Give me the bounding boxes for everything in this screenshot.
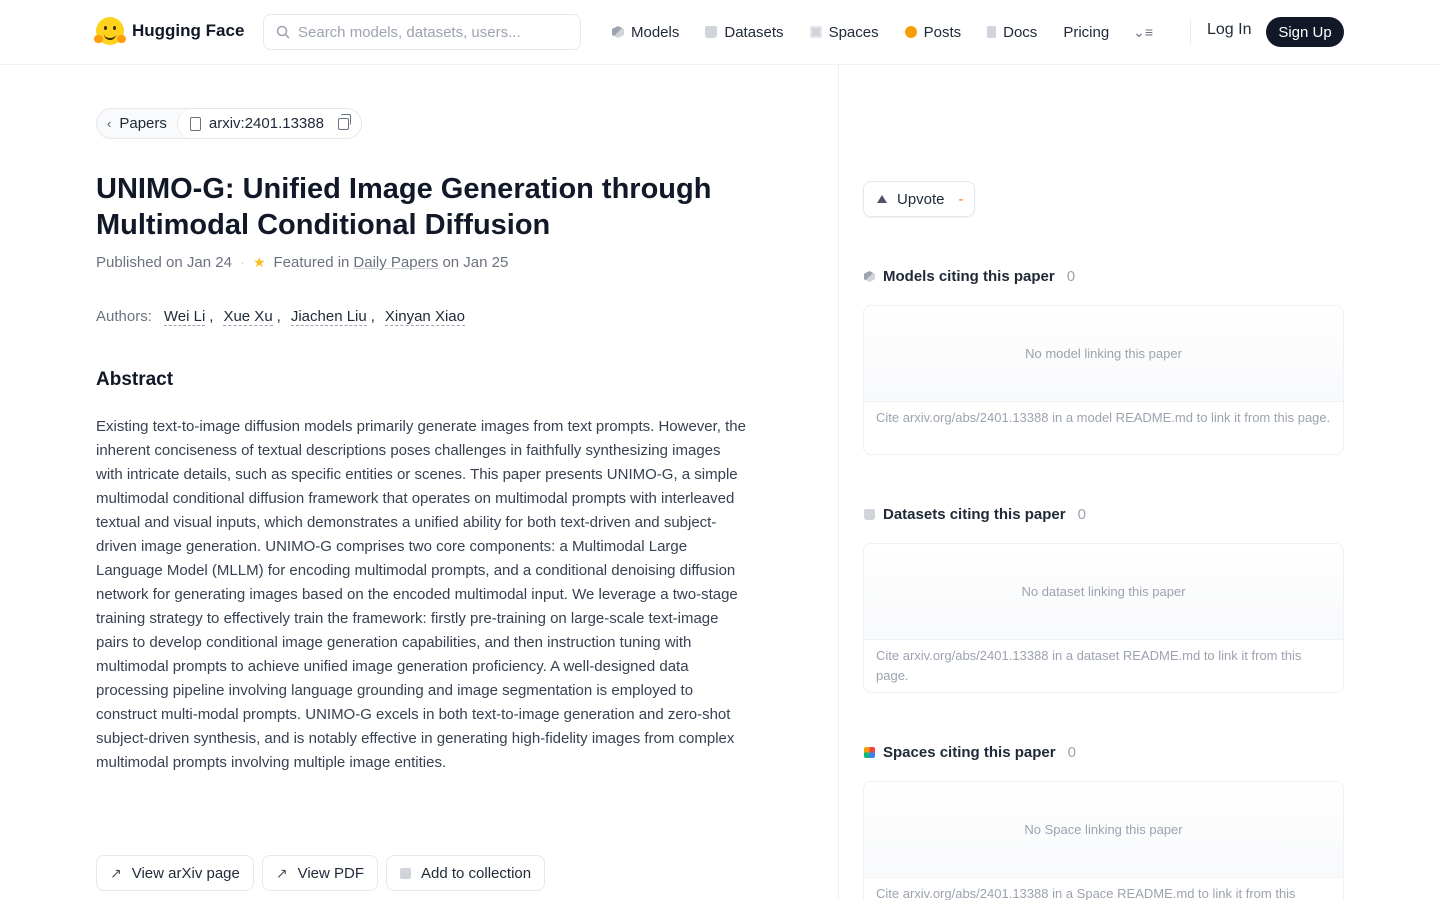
spaces-cite-hint: Cite arxiv.org/abs/2401.13388 in a Space…	[876, 886, 1296, 900]
upvote-count: -	[958, 190, 964, 208]
external-arrow-icon: ↗	[110, 864, 122, 881]
view-arxiv-button[interactable]: ↗ View arXiv page	[96, 855, 254, 891]
nav-datasets[interactable]: Datasets	[705, 23, 784, 41]
nav-models-label: Models	[631, 23, 680, 41]
add-to-collection-button[interactable]: Add to collection	[386, 855, 546, 891]
spaces-icon	[864, 747, 875, 758]
author-separator: ,	[209, 308, 214, 325]
chevron-left-icon: ‹	[107, 116, 112, 131]
star-icon: ★	[252, 254, 266, 270]
more-menu-icon[interactable]: ⌄≡	[1133, 24, 1153, 41]
datasets-citing-card: No dataset linking this paper Cite arxiv…	[863, 543, 1344, 693]
abstract-text: Existing text-to-image diffusion models …	[96, 418, 746, 771]
spaces-citing-card: No Space linking this paper Cite arxiv.o…	[863, 781, 1344, 900]
nav-docs-label: Docs	[1003, 23, 1038, 41]
daily-papers-link[interactable]: Daily Papers	[353, 254, 438, 271]
brand-name[interactable]: Hugging Face	[132, 21, 244, 41]
paper-id-chip: arxiv:2401.13388	[176, 109, 361, 138]
spaces-empty-state: No Space linking this paper	[864, 782, 1343, 878]
search-input[interactable]	[298, 23, 568, 41]
external-arrow-icon: ↗	[275, 864, 288, 881]
nav-docs[interactable]: Docs	[987, 24, 1037, 41]
models-citing-label: Models citing this paper	[883, 268, 1055, 285]
add-to-collection-label: Add to collection	[421, 864, 532, 882]
upvote-button[interactable]: Upvote -	[863, 181, 975, 217]
paper-actions: ↗ View arXiv page ↗ View PDF Add to coll…	[96, 855, 546, 891]
datasets-empty-state: No dataset linking this paper	[864, 544, 1343, 640]
paper-meta: Published on Jan 24 · ★ Featured in Dail…	[96, 254, 508, 271]
papers-label: Papers	[119, 115, 167, 132]
search-icon	[276, 25, 290, 39]
nav-posts[interactable]: Posts	[904, 23, 962, 41]
upvote-label: Upvote	[897, 190, 945, 208]
models-icon	[864, 271, 875, 282]
nav-divider	[1190, 20, 1191, 44]
nav-spaces-label: Spaces	[828, 23, 879, 41]
back-to-papers-link[interactable]: ‹ Papers	[97, 109, 177, 138]
datasets-citing-heading: Datasets citing this paper 0	[864, 506, 1086, 523]
featured-suffix: on Jan 25	[442, 254, 509, 271]
paper-id: arxiv:2401.13388	[208, 115, 324, 132]
datasets-cite-hint: Cite arxiv.org/abs/2401.13388 in a datas…	[876, 648, 1302, 683]
models-citing-heading: Models citing this paper 0	[864, 268, 1075, 285]
author-link[interactable]: Wei Li	[163, 308, 206, 326]
column-divider	[838, 65, 839, 900]
top-header: Hugging Face Models Datasets Spaces Post…	[0, 0, 1440, 65]
hugging-face-emoji-icon	[94, 17, 126, 45]
models-citing-card: No model linking this paper Cite arxiv.o…	[863, 305, 1344, 455]
view-pdf-button[interactable]: ↗ View PDF	[261, 855, 379, 891]
spaces-citing-label: Spaces citing this paper	[883, 744, 1056, 761]
file-icon	[189, 116, 201, 131]
brand-logo[interactable]: Hugging Face	[94, 17, 244, 45]
docs-icon	[987, 26, 997, 38]
author-link[interactable]: Jiachen Liu	[290, 308, 367, 326]
main-nav: Models Datasets Spaces Posts Docs Pricin…	[612, 20, 1179, 44]
author-separator: ,	[370, 308, 375, 325]
models-empty-state: No model linking this paper	[864, 306, 1343, 402]
view-arxiv-label: View arXiv page	[131, 864, 240, 882]
abstract-heading: Abstract	[96, 369, 174, 390]
breadcrumb: ‹ Papers arxiv:2401.13388	[96, 108, 362, 139]
paper-title: UNIMO-G: Unified Image Generation throug…	[96, 173, 712, 241]
datasets-icon	[864, 509, 875, 520]
models-icon	[612, 26, 624, 38]
author-link[interactable]: Xue Xu	[223, 308, 273, 326]
authors-label: Authors:	[96, 308, 152, 325]
upvote-arrow-icon	[877, 195, 887, 203]
signup-button[interactable]: Sign Up	[1266, 17, 1344, 47]
author-separator: ,	[276, 308, 281, 325]
login-link[interactable]: Log In	[1207, 21, 1251, 39]
nav-models[interactable]: Models	[612, 24, 679, 41]
published-date: Published on Jan 24	[96, 254, 232, 271]
spaces-citing-count: 0	[1067, 744, 1076, 761]
collection-icon	[400, 867, 412, 879]
nav-datasets-label: Datasets	[724, 23, 784, 41]
authors-row: Authors: Wei Li, Xue Xu, Jiachen Liu, Xi…	[96, 308, 465, 326]
featured-prefix: Featured in	[273, 254, 350, 271]
nav-posts-label: Posts	[923, 23, 962, 41]
models-cite-hint: Cite arxiv.org/abs/2401.13388 in a model…	[876, 410, 1331, 425]
spaces-citing-heading: Spaces citing this paper 0	[864, 744, 1076, 761]
nav-spaces[interactable]: Spaces	[809, 23, 879, 41]
search-box[interactable]	[263, 14, 581, 50]
copy-icon[interactable]	[337, 113, 351, 130]
datasets-icon	[705, 26, 718, 38]
datasets-citing-label: Datasets citing this paper	[883, 506, 1066, 523]
author-link[interactable]: Xinyan Xiao	[384, 308, 465, 326]
models-citing-count: 0	[1066, 268, 1076, 285]
view-pdf-label: View PDF	[297, 864, 365, 882]
nav-pricing-label: Pricing	[1063, 23, 1110, 41]
spaces-icon	[809, 26, 822, 38]
posts-icon	[904, 26, 917, 38]
datasets-citing-count: 0	[1077, 506, 1086, 523]
meta-separator: ·	[239, 254, 245, 271]
nav-pricing[interactable]: Pricing	[1063, 24, 1109, 41]
